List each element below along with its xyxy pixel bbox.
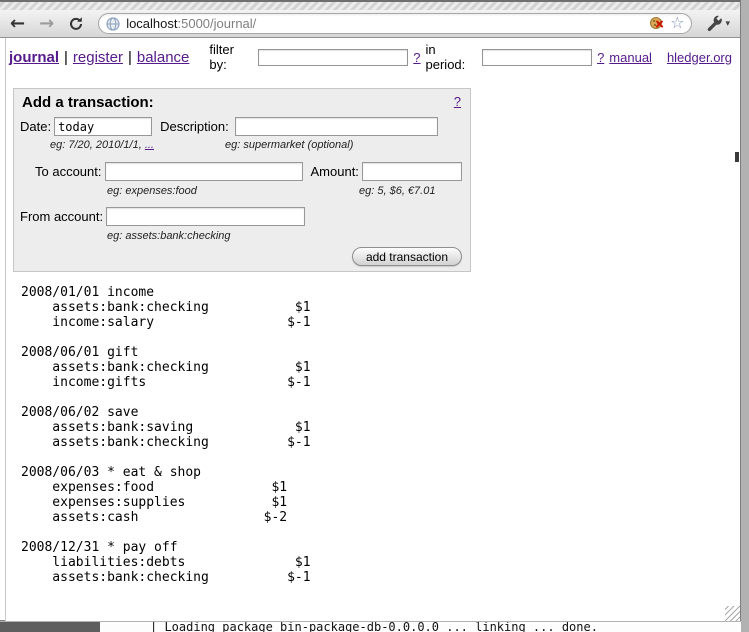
cookies-blocked-icon[interactable] <box>650 17 664 31</box>
url-host: localhost <box>126 16 177 31</box>
back-button[interactable]: ← <box>10 15 25 33</box>
nav-right-links: manual hledger.org <box>609 50 734 65</box>
resize-grip-icon[interactable] <box>725 606 740 621</box>
filter-by-label: filter by: <box>209 42 253 72</box>
browser-menu-button[interactable]: ▾ <box>706 15 730 32</box>
date-hint-more-link[interactable]: ... <box>145 139 154 151</box>
add-transaction-button[interactable]: add transaction <box>352 247 462 266</box>
amount-label: Amount: <box>311 164 359 179</box>
journal-entry: 2008/06/01 gift assets:bank:checking $1 … <box>21 345 311 390</box>
period-help-link[interactable]: ? <box>597 50 604 65</box>
nav-separator: | <box>128 49 132 66</box>
add-form-help-link[interactable]: ? <box>454 94 461 109</box>
nav-link-hledger-org[interactable]: hledger.org <box>667 50 732 65</box>
url-path: :5000/journal/ <box>178 16 257 31</box>
wrench-icon <box>706 15 723 32</box>
journal-entry: 2008/06/03 * eat & shop expenses:food $1… <box>21 465 311 525</box>
description-field[interactable] <box>235 117 438 136</box>
nav-bar: journal | register | balance filter by: ? in… <box>9 45 734 69</box>
background-terminal: | Loading package bin-package-db-0.0.0.0… <box>100 622 741 632</box>
to-account-hint: eg: expenses:food <box>107 185 197 197</box>
from-account-label: From account: <box>20 209 103 224</box>
date-field[interactable] <box>54 117 152 136</box>
journal: 2008/01/01 income assets:bank:checking $… <box>21 285 311 600</box>
nav-link-balance[interactable]: balance <box>137 49 190 66</box>
description-label: Description: <box>160 119 229 134</box>
browser-toolbar: ← → localhost:5000/journal/ <box>0 10 740 38</box>
description-hint: eg: supermarket (optional) <box>225 139 353 151</box>
url-text[interactable]: localhost:5000/journal/ <box>126 16 256 31</box>
reload-icon <box>68 16 84 32</box>
amount-field[interactable] <box>362 162 462 181</box>
add-transaction-panel: Add a transaction: ? Date: Description: … <box>13 88 471 272</box>
nav-links: journal | register | balance <box>9 49 189 66</box>
from-account-field[interactable] <box>106 207 305 226</box>
reload-button[interactable] <box>68 16 84 32</box>
journal-entry: 2008/06/02 save assets:bank:saving $1 as… <box>21 405 311 450</box>
from-account-row: From account: <box>20 207 305 226</box>
journal-entry: 2008/12/31 * pay off liabilities:debts $… <box>21 540 311 585</box>
date-label: Date: <box>20 119 51 134</box>
amount-hint: eg: 5, $6, €7.01 <box>359 185 435 197</box>
page-content: journal | register | balance filter by: ? in… <box>5 38 740 621</box>
period-input[interactable] <box>482 49 592 66</box>
panel-title: Add a transaction: <box>22 94 154 111</box>
filter-help-link[interactable]: ? <box>413 50 420 65</box>
date-hint: eg: 7/20, 2010/1/1, ... <box>50 139 154 151</box>
filter-input[interactable] <box>258 49 408 66</box>
globe-icon <box>106 17 120 31</box>
to-account-field[interactable] <box>105 162 303 181</box>
terminal-output: | Loading package bin-package-db-0.0.0.0… <box>150 622 598 632</box>
date-description-row: Date: Description: <box>20 117 438 136</box>
journal-entry: 2008/01/01 income assets:bank:checking $… <box>21 285 311 330</box>
background-desktop: | Loading package bin-package-db-0.0.0.0… <box>0 622 749 632</box>
forward-button[interactable]: → <box>39 15 54 33</box>
scrollbar-thumb[interactable] <box>735 152 739 162</box>
nav-link-journal[interactable]: journal <box>9 49 59 66</box>
to-amount-row: To account: Amount: <box>35 162 462 181</box>
background-window-edge <box>0 622 100 632</box>
browser-window: ← → localhost:5000/journal/ <box>0 0 741 621</box>
bookmark-star-icon[interactable]: ☆ <box>670 15 684 31</box>
in-period-label: in period: <box>426 42 478 72</box>
chevron-down-icon: ▾ <box>725 19 730 29</box>
nav-link-register[interactable]: register <box>73 49 123 66</box>
window-titlebar[interactable] <box>0 0 740 10</box>
from-account-hint: eg: assets:bank:checking <box>107 230 231 242</box>
address-bar[interactable]: localhost:5000/journal/ ☆ <box>98 13 692 34</box>
to-account-label: To account: <box>35 164 102 179</box>
nav-link-manual[interactable]: manual <box>609 50 652 65</box>
nav-separator: | <box>64 49 68 66</box>
